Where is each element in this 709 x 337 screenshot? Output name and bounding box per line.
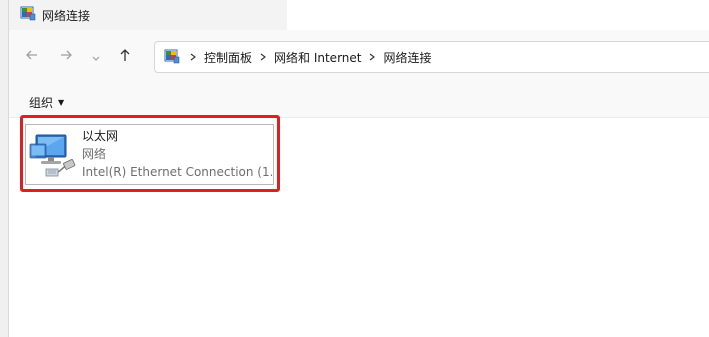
network-connections-window: 网络连接 控制面板 网络和 Internet 网络连接 组织 ▼ 以太网 网络 … xyxy=(0,0,709,337)
connection-name: 以太网 xyxy=(82,129,119,143)
up-button[interactable] xyxy=(114,46,136,68)
organize-button[interactable]: 组织 ▼ xyxy=(29,94,64,111)
organize-label: 组织 xyxy=(29,96,54,110)
window-left-edge xyxy=(0,0,9,337)
control-panel-icon xyxy=(20,5,36,25)
back-button[interactable] xyxy=(21,46,43,68)
chevron-right-icon[interactable] xyxy=(189,53,197,61)
connection-status: 网络 xyxy=(82,147,107,161)
chevron-right-icon[interactable] xyxy=(368,53,376,61)
breadcrumb-control-panel[interactable]: 控制面板 xyxy=(204,49,252,66)
control-panel-icon xyxy=(164,48,180,67)
arrow-right-icon xyxy=(58,47,74,67)
arrow-left-icon xyxy=(24,47,40,67)
connection-device: Intel(R) Ethernet Connection (1... xyxy=(82,165,272,179)
connection-details: 以太网 网络 Intel(R) Ethernet Connection (1..… xyxy=(82,127,272,181)
address-bar[interactable]: 控制面板 网络和 Internet 网络连接 xyxy=(154,41,709,73)
chevron-down-icon xyxy=(91,48,101,67)
arrow-up-icon xyxy=(117,47,133,67)
connection-item-ethernet[interactable]: 以太网 网络 Intel(R) Ethernet Connection (1..… xyxy=(25,124,274,185)
title-tab[interactable]: 网络连接 xyxy=(9,0,287,30)
recent-locations-button[interactable] xyxy=(85,46,107,68)
ethernet-adapter-icon xyxy=(28,129,80,181)
connections-list: 以太网 网络 Intel(R) Ethernet Connection (1..… xyxy=(9,115,709,337)
command-bar: 组织 ▼ xyxy=(9,84,709,118)
window-title: 网络连接 xyxy=(42,8,91,23)
caret-down-icon: ▼ xyxy=(58,98,65,107)
breadcrumb-network-connections[interactable]: 网络连接 xyxy=(383,49,431,66)
chevron-right-icon[interactable] xyxy=(259,53,267,61)
title-bar: 网络连接 xyxy=(9,0,709,30)
breadcrumb-network-and-internet[interactable]: 网络和 Internet xyxy=(274,49,361,66)
navigation-bar: 控制面板 网络和 Internet 网络连接 xyxy=(9,30,709,84)
forward-button[interactable] xyxy=(55,46,77,68)
